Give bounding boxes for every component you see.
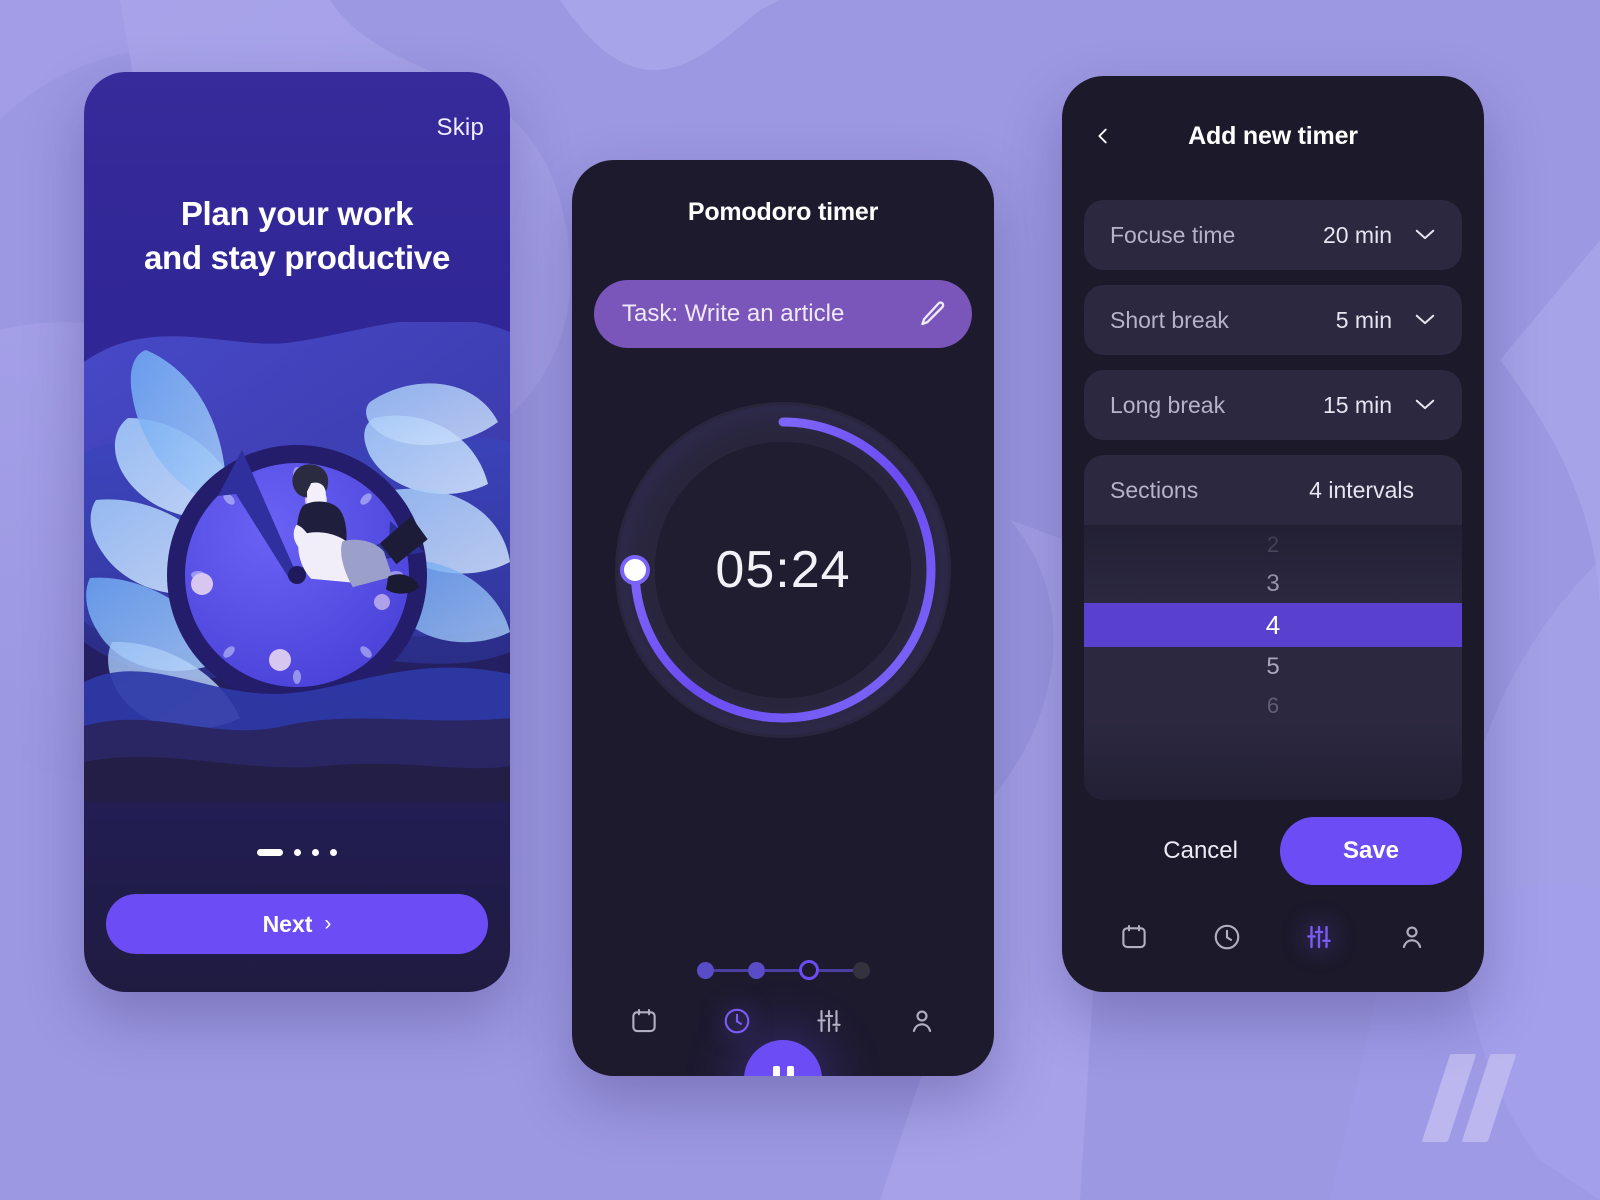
nav-profile[interactable] [1385,910,1439,964]
row-value: 20 min [1322,221,1392,248]
chevron-down-icon[interactable] [1414,228,1436,242]
nav-settings[interactable] [802,994,856,1048]
page-title: Plan your work and stay productive [84,192,510,280]
row-label: Focuse time [1110,221,1236,248]
pencil-icon[interactable] [918,299,948,329]
setting-row-short-break[interactable]: Short break 5 min [1084,285,1462,355]
chevron-right-icon: › [324,912,332,935]
form-actions: Cancel Save [1084,816,1462,886]
row-value: 15 min [1322,391,1392,418]
header: Add new timer [1062,116,1484,156]
skip-button[interactable]: Skip [437,114,485,142]
step-4-pending[interactable] [852,961,870,979]
headline-line-1: Plan your work [180,195,414,232]
next-button-label: Next [262,910,313,937]
picker-value: 4 intervals [1309,476,1414,503]
step-connector-3 [818,968,853,972]
step-3-current[interactable] [798,960,819,980]
nav-clock[interactable] [710,994,764,1048]
option-5[interactable]: 5 [1084,647,1462,686]
task-label: Task: Write an article [622,300,845,327]
timer-title: Pomodoro timer [687,198,879,226]
setting-row-long-break[interactable]: Long break 15 min [1084,370,1462,440]
sections-picker-header[interactable]: Sections 4 intervals [1084,455,1462,525]
pause-icon-bar-2 [786,1066,794,1076]
option-4-selected[interactable]: 4 [1084,603,1462,647]
picker-label: Sections [1110,476,1199,503]
bottom-nav [1062,904,1484,970]
onboarding-illustration [84,322,510,802]
screenshot-canvas: Skip Plan your work and stay productive … [0,0,1600,1200]
back-button[interactable] [1088,119,1118,153]
task-field[interactable]: Task: Write an article [594,280,972,348]
cancel-button[interactable]: Cancel [1157,837,1244,865]
timer-progress-ring[interactable]: 05:24 [613,400,953,740]
bottom-nav [572,988,994,1054]
nav-clock[interactable] [1200,910,1254,964]
setting-row-focus-time[interactable]: Focuse time 20 min [1084,200,1462,270]
chevron-left-icon [1098,128,1107,144]
time-remaining: 05:24 [715,541,851,599]
option-6[interactable]: 6 [1084,686,1462,725]
chevron-down-icon[interactable] [1414,398,1436,412]
step-2-done[interactable] [747,961,765,979]
option-2[interactable]: 2 [1084,525,1462,564]
step-connector-1 [713,968,748,972]
nav-profile[interactable] [895,994,949,1048]
save-button[interactable]: Save [1280,817,1462,885]
onboarding-pager[interactable] [84,849,510,856]
add-new-timer-screen: Add new timer Focuse time 20 min Short b… [1062,76,1484,992]
row-label: Long break [1110,391,1226,418]
pause-icon-bar-1 [772,1066,780,1076]
sections-option-list[interactable]: 2 3 4 5 6 [1084,525,1462,800]
session-steps[interactable] [572,960,994,980]
pager-dot-4[interactable] [330,849,337,856]
option-3[interactable]: 3 [1084,564,1462,603]
nav-settings[interactable] [1292,910,1346,964]
nav-calendar[interactable] [617,994,671,1048]
headline-line-2: and stay productive [143,238,451,276]
onboarding-screen: Skip Plan your work and stay productive … [84,72,510,992]
sections-picker[interactable]: Sections 4 intervals 2 3 4 5 6 [1084,455,1462,800]
page-title: Add new timer [1188,121,1358,150]
pager-dot-3[interactable] [312,849,319,856]
double-slash-logo [1418,1042,1528,1152]
chevron-down-icon[interactable] [1414,313,1436,327]
row-value: 5 min [1335,306,1392,333]
pager-indicator-active[interactable] [257,849,283,856]
next-button[interactable]: Next › [106,894,488,954]
step-connector-2 [764,968,799,972]
step-1-done[interactable] [696,961,714,979]
nav-calendar[interactable] [1107,910,1161,964]
pomodoro-timer-screen: Pomodoro timer Task: Write an article 05… [572,160,994,1076]
pager-dot-2[interactable] [294,849,301,856]
row-label: Short break [1110,306,1229,333]
